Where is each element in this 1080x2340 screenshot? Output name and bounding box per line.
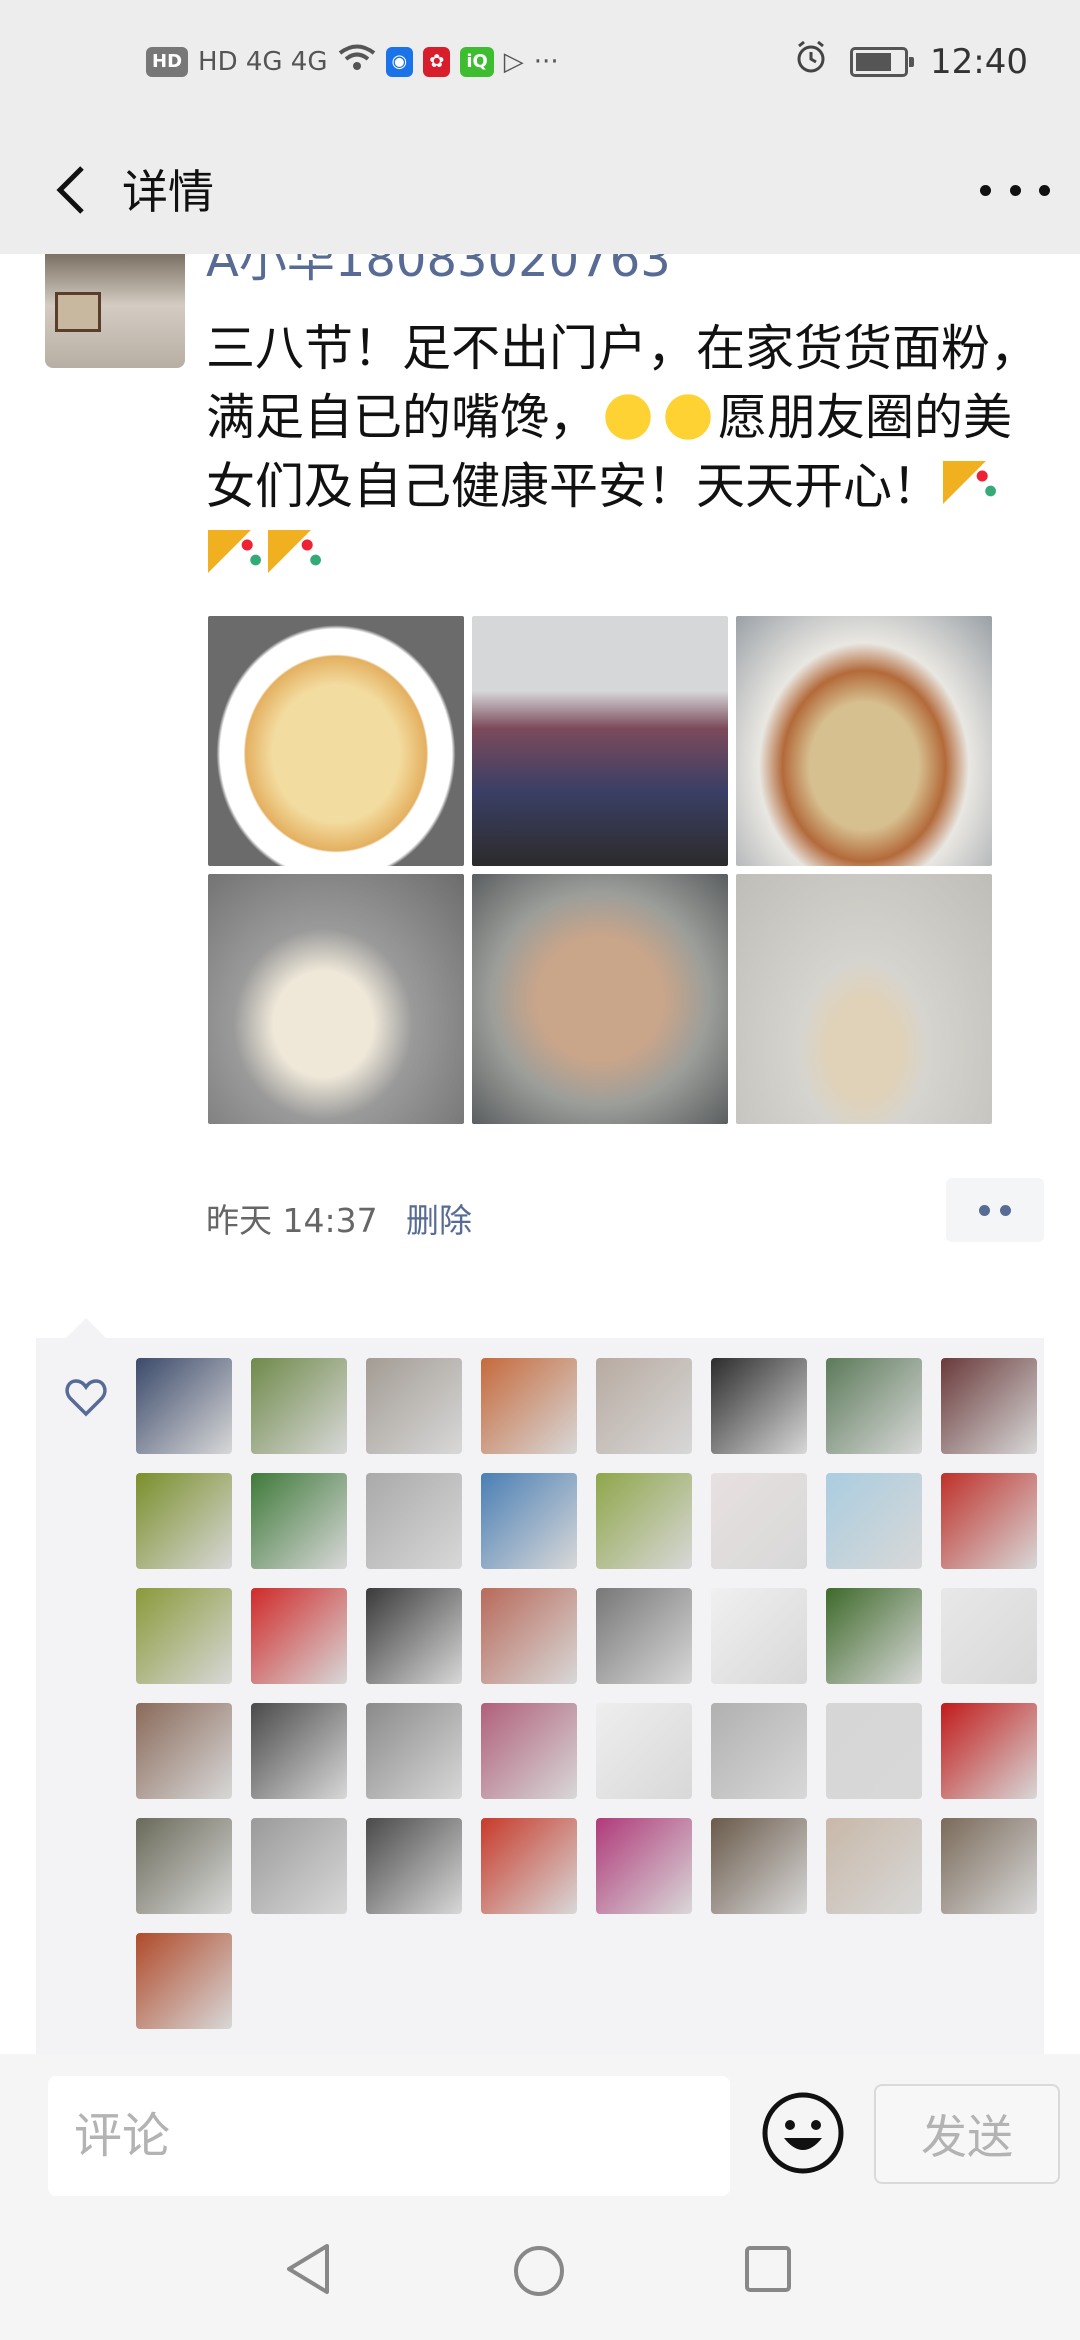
dot-icon — [980, 184, 991, 196]
comment-composer: 发送 — [0, 2054, 1080, 2340]
post-timestamp: 昨天 14:37 — [206, 1201, 378, 1240]
liker-avatar[interactable] — [711, 1588, 807, 1684]
liker-avatar[interactable] — [596, 1473, 692, 1569]
liker-avatar[interactable] — [826, 1703, 922, 1799]
post-detail: A小华18083020763 三八节！足不出门户，在家货货面粉，满足自已的嘴馋，… — [0, 254, 1080, 2054]
dot-icon — [1009, 184, 1021, 196]
like-comment-menu-button[interactable] — [946, 1178, 1044, 1242]
liker-avatar[interactable] — [941, 1358, 1037, 1454]
more-options-button[interactable] — [980, 160, 1050, 220]
liker-avatar[interactable] — [481, 1588, 577, 1684]
likes-panel — [36, 1318, 1044, 2054]
party-emoji-icon — [943, 461, 1000, 511]
clock: 12:40 — [930, 41, 1028, 82]
food-photo-3[interactable] — [736, 616, 992, 866]
liker-avatar[interactable] — [596, 1588, 692, 1684]
liker-avatar[interactable] — [941, 1473, 1037, 1569]
liker-avatar[interactable] — [366, 1818, 462, 1914]
food-photo-1[interactable] — [208, 616, 464, 866]
network-icons: HD 4G 4G — [198, 46, 328, 77]
status-left: HD HD 4G 4G ◉ ✿ iQ ▷ ··· — [146, 44, 559, 79]
party-emoji-icon — [268, 530, 324, 580]
liker-avatar[interactable] — [251, 1703, 347, 1799]
liker-avatar[interactable] — [711, 1473, 807, 1569]
iqiyi-icon: iQ — [460, 46, 494, 77]
dot-icon — [979, 1204, 990, 1216]
post-text: 三八节！足不出门户，在家货货面粉，满足自已的嘴馋， 愿朋友圈的美女们及自己健康平安… — [206, 314, 1046, 590]
liker-avatar[interactable] — [251, 1588, 347, 1684]
food-photo-2[interactable] — [472, 616, 728, 866]
liker-avatar[interactable] — [826, 1588, 922, 1684]
back-button[interactable] — [36, 154, 108, 226]
dot-icon — [1039, 184, 1050, 196]
huawei-icon: ✿ — [423, 46, 451, 77]
liker-avatar[interactable] — [711, 1358, 807, 1454]
liker-avatar[interactable] — [251, 1818, 347, 1914]
liker-avatar[interactable] — [136, 1588, 232, 1684]
liker-avatar[interactable] — [366, 1473, 462, 1569]
liker-avatar[interactable] — [596, 1703, 692, 1799]
liker-avatar[interactable] — [481, 1473, 577, 1569]
wifi-icon — [338, 44, 376, 79]
page-title: 详情 — [122, 165, 214, 219]
liker-avatar[interactable] — [251, 1473, 347, 1569]
delete-link[interactable]: 删除 — [406, 1194, 472, 1242]
laugh-emoji-icon — [600, 392, 657, 442]
liker-avatar[interactable] — [136, 1358, 232, 1454]
system-navigation-bar — [0, 2224, 1080, 2334]
liker-avatar[interactable] — [481, 1703, 577, 1799]
liker-avatar[interactable] — [711, 1703, 807, 1799]
liker-avatar[interactable] — [366, 1358, 462, 1454]
play-icon: ▷ — [503, 46, 524, 77]
status-right: 12:40 — [794, 40, 1028, 83]
liker-avatar[interactable] — [366, 1588, 462, 1684]
liker-avatar[interactable] — [711, 1818, 807, 1914]
alarm-icon — [794, 40, 828, 83]
liker-avatar[interactable] — [941, 1588, 1037, 1684]
app-notify-icon: ◉ — [385, 46, 414, 77]
hd-badge-icon: HD — [146, 46, 189, 77]
author-avatar[interactable] — [45, 254, 185, 368]
liker-avatar[interactable] — [481, 1818, 577, 1914]
liker-avatar[interactable] — [941, 1703, 1037, 1799]
battery-icon — [850, 46, 915, 77]
status-bar: HD HD 4G 4G ◉ ✿ iQ ▷ ··· 12:40 — [0, 0, 1080, 130]
send-button[interactable]: 发送 — [874, 2084, 1060, 2184]
more-notifications-icon: ··· — [533, 46, 559, 77]
liker-avatar[interactable] — [826, 1473, 922, 1569]
party-emoji-icon — [208, 530, 264, 580]
liker-avatar[interactable] — [136, 1703, 232, 1799]
system-home-button[interactable] — [512, 2244, 566, 2302]
author-name[interactable]: A小华18083020763 — [206, 254, 671, 290]
liker-avatar-grid — [136, 1358, 1037, 2029]
liker-avatar[interactable] — [826, 1818, 922, 1914]
liker-avatar[interactable] — [826, 1358, 922, 1454]
emoji-button[interactable] — [760, 2090, 846, 2176]
liker-avatar[interactable] — [596, 1818, 692, 1914]
liker-avatar[interactable] — [136, 1818, 232, 1914]
comment-input[interactable] — [48, 2076, 730, 2196]
food-photo-4[interactable] — [208, 874, 464, 1124]
liker-avatar[interactable] — [481, 1358, 577, 1454]
photo-grid — [208, 616, 1008, 1124]
liker-avatar[interactable] — [136, 1933, 232, 2029]
laugh-emoji-icon — [660, 392, 717, 442]
liker-avatar[interactable] — [596, 1358, 692, 1454]
system-recents-button[interactable] — [744, 2245, 792, 2297]
liker-avatar[interactable] — [941, 1818, 1037, 1914]
system-back-button[interactable] — [283, 2242, 333, 2300]
top-nav-bar: 详情 — [0, 130, 1080, 254]
food-photo-6[interactable] — [736, 874, 992, 1124]
liker-avatar[interactable] — [251, 1358, 347, 1454]
liker-avatar[interactable] — [136, 1473, 232, 1569]
dot-icon — [1000, 1204, 1011, 1216]
food-photo-5[interactable] — [472, 874, 728, 1124]
heart-icon — [64, 1376, 108, 1420]
liker-avatar[interactable] — [366, 1703, 462, 1799]
